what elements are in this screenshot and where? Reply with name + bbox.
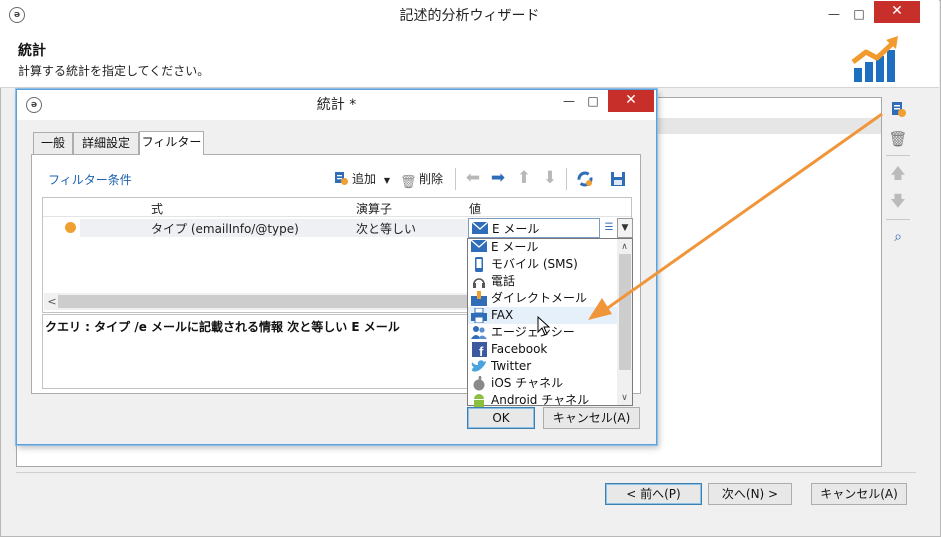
list-item[interactable]: f Facebook xyxy=(468,341,618,358)
list-item[interactable]: E メール xyxy=(468,239,618,256)
condition-status-icon xyxy=(65,222,76,233)
expression-cell[interactable]: タイプ (emailInfo/@type) xyxy=(151,220,299,237)
page-title: 統計 xyxy=(18,43,46,59)
dialog-close-button[interactable]: ✕ xyxy=(608,90,654,112)
statistics-toolbar: 🗑 🡅 🡇 ⌕ xyxy=(884,97,914,257)
move-up-icon[interactable]: 🡅 xyxy=(888,163,908,183)
scrollbar-thumb[interactable] xyxy=(619,254,631,370)
delete-label: 削除 xyxy=(419,172,444,186)
direct-mail-icon xyxy=(471,291,487,306)
ok-button[interactable]: OK xyxy=(467,407,535,429)
filter-conditions-label[interactable]: フィルター条件 xyxy=(48,171,132,188)
refresh-filter-icon[interactable] xyxy=(575,169,595,189)
dialog-cancel-button[interactable]: キャンセル(A) xyxy=(543,407,640,429)
statistics-chart-icon xyxy=(850,36,902,84)
delete-condition-button[interactable]: 🗑 削除 xyxy=(400,169,444,190)
page-description: 計算する統計を指定してください。 xyxy=(18,64,210,78)
wizard-minimize-button[interactable]: — xyxy=(822,3,846,25)
dialog-minimize-button[interactable]: — xyxy=(558,90,580,112)
svg-text:f: f xyxy=(479,344,484,357)
list-item[interactable]: 電話 xyxy=(468,273,618,290)
android-icon xyxy=(471,393,487,408)
chevron-down-icon[interactable]: ▼ xyxy=(617,218,633,238)
fax-icon xyxy=(471,308,487,323)
add-label: 追加 xyxy=(352,172,377,186)
tab-filter[interactable]: フィルター xyxy=(139,131,204,155)
prev-button[interactable]: < 前へ(P) xyxy=(605,483,702,505)
mobile-icon xyxy=(471,257,487,272)
agency-icon xyxy=(471,325,487,340)
next-button[interactable]: 次へ(N) > xyxy=(708,483,792,505)
add-statistic-icon[interactable] xyxy=(888,99,908,119)
facebook-icon: f xyxy=(471,342,487,357)
operator-cell[interactable]: 次と等しい xyxy=(356,220,416,237)
scrollbar-thumb[interactable] xyxy=(58,295,468,308)
list-item[interactable]: Twitter xyxy=(468,358,618,375)
scroll-left-icon[interactable]: < xyxy=(46,293,58,310)
wizard-maximize-button[interactable]: □ xyxy=(848,3,870,25)
email-icon xyxy=(472,222,488,234)
column-header-operator[interactable]: 演算子 xyxy=(356,200,392,217)
query-text: クエリ : タイプ /e メールに記載される情報 次と等しい E メール xyxy=(45,320,400,334)
scroll-up-icon[interactable]: ∧ xyxy=(617,240,632,254)
wizard-header xyxy=(0,32,939,88)
search-icon[interactable]: ⌕ xyxy=(888,227,908,247)
edit-value-icon[interactable]: ☰ xyxy=(602,219,616,237)
column-header-value[interactable]: 値 xyxy=(469,200,481,217)
move-down-icon[interactable]: ⬇ xyxy=(540,169,560,189)
delete-icon[interactable]: 🗑 xyxy=(888,129,908,149)
list-item[interactable]: ダイレクトメール xyxy=(468,290,618,307)
add-condition-button[interactable]: 追加 ▼ xyxy=(333,169,390,189)
tab-general[interactable]: 一般 xyxy=(33,132,73,154)
move-down-icon[interactable]: 🡇 xyxy=(888,191,908,211)
headset-icon xyxy=(471,274,487,289)
trash-icon: 🗑 xyxy=(400,175,417,190)
move-left-icon[interactable]: ⬅ xyxy=(463,169,483,189)
column-header-expression[interactable]: 式 xyxy=(151,200,163,217)
scroll-down-icon[interactable]: ∨ xyxy=(617,391,632,405)
chevron-down-icon[interactable]: ▼ xyxy=(384,176,390,185)
value-combobox-text: E メール xyxy=(492,222,540,236)
add-icon xyxy=(333,170,349,186)
list-item[interactable]: モバイル (SMS) xyxy=(468,256,618,273)
wizard-cancel-button[interactable]: キャンセル(A) xyxy=(811,483,907,505)
twitter-icon xyxy=(471,359,487,374)
tab-advanced[interactable]: 詳細設定 xyxy=(73,132,139,154)
dialog-maximize-button[interactable]: □ xyxy=(582,90,604,112)
email-icon xyxy=(471,240,487,255)
wizard-title: 記述的分析ウィザード xyxy=(399,8,540,24)
mouse-cursor-icon xyxy=(537,316,551,336)
move-up-icon[interactable]: ⬆ xyxy=(514,169,534,189)
save-icon[interactable] xyxy=(608,169,628,189)
move-right-icon[interactable]: ➡ xyxy=(488,169,508,189)
wizard-close-button[interactable]: ✕ xyxy=(874,1,920,23)
apple-icon xyxy=(471,376,487,391)
list-item[interactable]: iOS チャネル xyxy=(468,375,618,392)
